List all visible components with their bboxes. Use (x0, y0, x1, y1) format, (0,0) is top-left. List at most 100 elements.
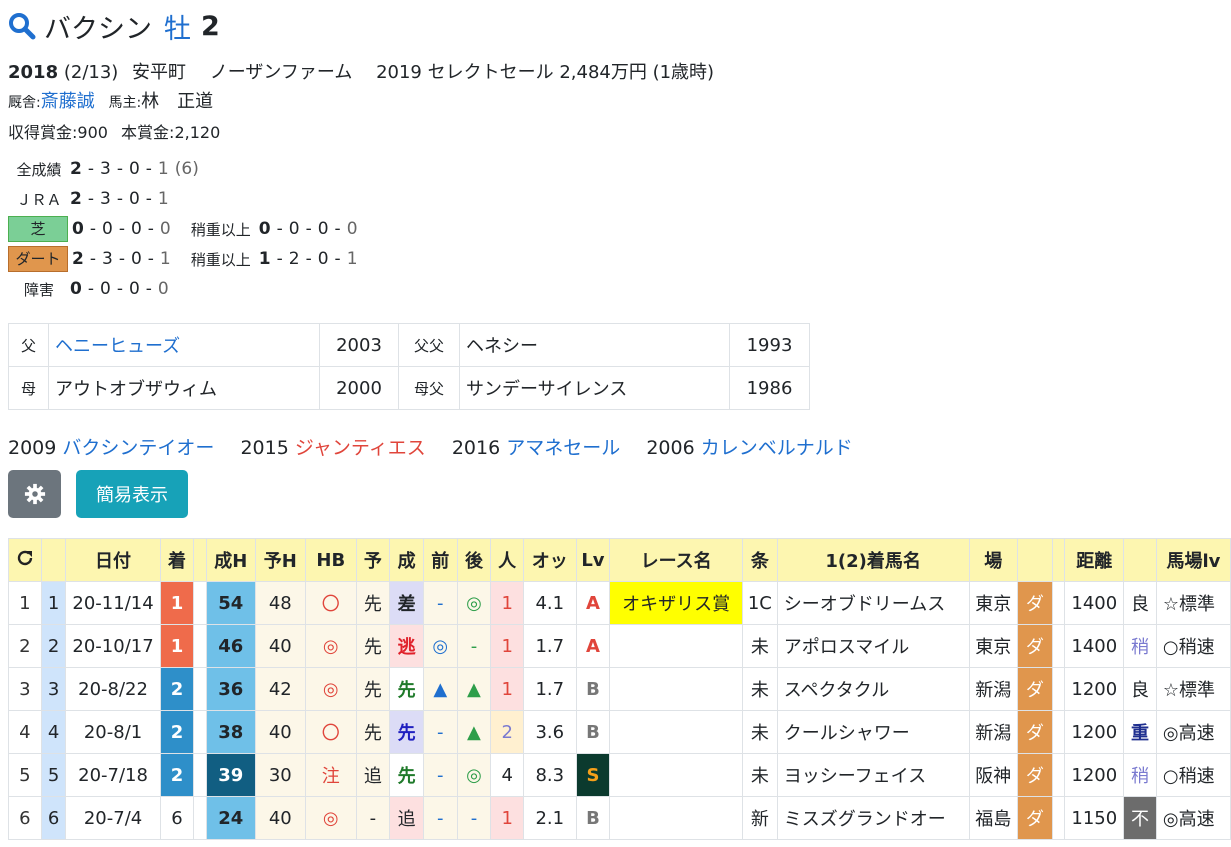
spacer-cell (1051, 581, 1066, 625)
birth-year: 2018 (8, 62, 59, 83)
winner-name[interactable]: ミスズグランドオー (776, 796, 970, 840)
table-row[interactable]: 1 1 20-11/14 1 54 48 〇 先 差 - ◎ 1 4.1 A オ… (8, 581, 1231, 625)
race-name[interactable] (609, 796, 743, 840)
distance: 1400 (1064, 581, 1125, 625)
refresh-header[interactable] (8, 538, 42, 582)
record-second: 3 (101, 249, 113, 269)
table-row[interactable]: 5 5 20-7/18 2 39 30 注 追 先 - ◎ 4 8.3 S 未 … (8, 753, 1231, 797)
odds-value: 4.1 (523, 581, 577, 625)
distance: 1200 (1064, 667, 1125, 711)
col-yo[interactable]: 予 (355, 538, 391, 582)
settings-button[interactable] (8, 470, 61, 518)
col-ato[interactable]: 後 (456, 538, 492, 582)
mae-mark: - (422, 796, 458, 840)
winner-name[interactable]: アポロスマイル (776, 624, 970, 668)
col-race[interactable]: レース名 (609, 538, 743, 582)
col-sei[interactable]: 成 (389, 538, 424, 582)
col-yoH[interactable]: 予H (254, 538, 307, 582)
simple-view-button[interactable]: 簡易表示 (76, 470, 188, 518)
cond-second: 2 (288, 249, 300, 269)
table-row[interactable]: 6 6 20-7/4 6 24 40 ◎ - 追 - - 1 2.1 B 新 ミ… (8, 796, 1231, 840)
sibling-year: 2016 (451, 437, 501, 459)
record-other: 1 (159, 249, 171, 269)
winner-name[interactable]: シーオブドリームス (776, 581, 970, 625)
race-name[interactable] (609, 753, 743, 797)
sire-sire-name: ヘネシー (459, 323, 730, 367)
race-name[interactable]: オキザリス賞 (609, 581, 743, 625)
sibling-link[interactable]: ジャンティエス (295, 437, 426, 459)
record-total: 全成績 2-3-0-1 (6) (8, 154, 198, 184)
race-name[interactable] (609, 624, 743, 668)
mae-mark: ▲ (422, 667, 458, 711)
winner-name[interactable]: スペクタクル (776, 667, 970, 711)
col-mae[interactable]: 前 (422, 538, 458, 582)
record-win: 0 (72, 219, 84, 239)
record-other: 1 (157, 159, 169, 179)
refresh-icon[interactable] (15, 548, 35, 568)
col-track-lv[interactable]: 馬場lv (1155, 538, 1231, 582)
col-pop[interactable]: 人 (490, 538, 525, 582)
col-winner[interactable]: 1(2)着馬名 (776, 538, 970, 582)
row-index: 4 (8, 710, 42, 754)
record-win: 0 (70, 279, 82, 299)
race-class: 1C (741, 581, 778, 625)
trainer-link[interactable]: 斎藤誠 (41, 91, 95, 112)
table-row[interactable]: 2 2 20-10/17 1 46 40 ◎ 先 逃 ◎ - 1 1.7 A 未… (8, 624, 1231, 668)
winner-name[interactable]: クールシャワー (776, 710, 970, 754)
sibling-item: 2015 ジャンティエス (240, 437, 425, 459)
race-name[interactable] (609, 667, 743, 711)
seiH-value: 38 (206, 710, 256, 754)
sire-link[interactable]: ヘニーヒューズ (48, 323, 320, 367)
sibling-link[interactable]: カレンベルナルド (701, 437, 853, 459)
record-second: 3 (99, 159, 111, 179)
sei-style: 先 (389, 710, 424, 754)
race-date: 20-7/4 (65, 796, 161, 840)
level-grade: B (575, 667, 611, 711)
earnings-line: 収得賞金:900 本賞金:2,120 (8, 119, 220, 143)
record-third: 0 (128, 159, 140, 179)
record-third: 0 (130, 249, 142, 269)
ato-mark: ◎ (456, 581, 492, 625)
level-grade: B (575, 796, 611, 840)
col-distance[interactable]: 距離 (1064, 538, 1125, 582)
hb-mark: ◎ (305, 667, 357, 711)
col-track[interactable]: 場 (968, 538, 1018, 582)
cond-win: 0 (258, 219, 271, 239)
track-name: 東京 (968, 581, 1018, 625)
table-row[interactable]: 3 3 20-8/22 2 36 42 ◎ 先 先 ▲ ▲ 1 1.7 B 未 … (8, 667, 1231, 711)
sibling-link[interactable]: バクシンテイオー (62, 437, 214, 459)
hb-mark: ◎ (305, 624, 357, 668)
dam-name: アウトオブザウィム (48, 366, 320, 410)
col-seiH[interactable]: 成H (206, 538, 256, 582)
table-row[interactable]: 4 4 20-8/1 2 38 40 〇 先 先 - ▲ 2 3.6 B 未 ク… (8, 710, 1231, 754)
col-lv[interactable]: Lv (575, 538, 611, 582)
record-label: 障害 (23, 280, 54, 299)
odds-value: 1.7 (523, 667, 577, 711)
col-spacer (193, 538, 208, 582)
race-name[interactable] (609, 710, 743, 754)
turf-badge: 芝 (8, 216, 68, 242)
popularity: 1 (490, 581, 525, 625)
condition-label: 稍重以上 (190, 220, 251, 239)
track-name: 新潟 (968, 667, 1018, 711)
cond-win: 1 (258, 249, 271, 269)
horse-name: バクシン (44, 13, 152, 45)
yo-style: - (355, 796, 391, 840)
popularity: 1 (490, 667, 525, 711)
pedigree-row-sire: 父 ヘニーヒューズ 2003 父父 ヘネシー 1993 (8, 323, 810, 367)
col-place[interactable]: 着 (159, 538, 195, 582)
finish-place: 2 (159, 667, 195, 711)
birthplace: 安平町 (132, 62, 187, 83)
record-third: 0 (128, 189, 140, 209)
sire-label: 父 (8, 323, 49, 367)
col-odds[interactable]: オッ (523, 538, 577, 582)
dam-label: 母 (8, 366, 49, 410)
col-date[interactable]: 日付 (65, 538, 161, 582)
sibling-link[interactable]: アマネセール (506, 437, 620, 459)
odds-value: 3.6 (523, 710, 577, 754)
search-icon[interactable] (8, 12, 36, 40)
col-hb[interactable]: HB (305, 538, 357, 582)
sibling-year: 2009 (8, 437, 57, 459)
col-class[interactable]: 条 (741, 538, 778, 582)
winner-name[interactable]: ヨッシーフェイス (776, 753, 970, 797)
